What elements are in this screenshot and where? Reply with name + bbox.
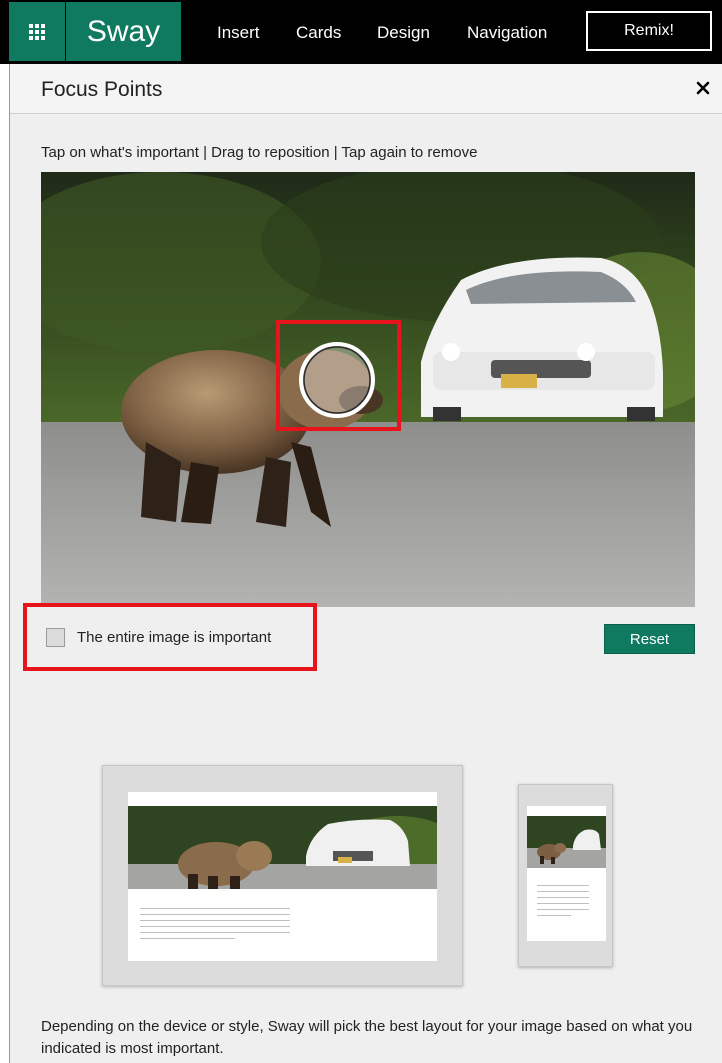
app-launcher-icon [29, 23, 45, 40]
close-button[interactable] [693, 78, 713, 98]
remix-button[interactable]: Remix! [586, 11, 712, 51]
nav-insert[interactable]: Insert [217, 22, 260, 44]
app-launcher-button[interactable] [9, 2, 65, 61]
close-icon [696, 81, 710, 95]
brand-logo[interactable]: Sway [66, 2, 181, 61]
instructions-text: Tap on what's important | Drag to reposi… [41, 144, 478, 161]
nav-design[interactable]: Design [377, 22, 430, 44]
desktop-preview-image [128, 806, 437, 889]
desktop-layout-preview [102, 765, 463, 986]
mobile-layout-preview [518, 784, 613, 967]
panel-title: Focus Points [41, 78, 163, 101]
desktop-preview-page [128, 792, 437, 961]
mobile-preview-image [527, 816, 606, 868]
nav-cards[interactable]: Cards [296, 22, 341, 44]
mobile-preview-page [527, 806, 606, 941]
focus-points-panel: Focus Points Tap on what's important | D… [9, 64, 722, 1063]
top-bar: Sway Insert Cards Design Navigation Remi… [0, 0, 722, 64]
footer-description: Depending on the device or style, Sway w… [41, 1018, 693, 1057]
panel-header: Focus Points [10, 64, 722, 114]
reset-button[interactable]: Reset [604, 624, 695, 654]
focus-point-highlight [276, 320, 401, 431]
nav-navigation[interactable]: Navigation [467, 22, 547, 44]
checkbox-highlight [23, 603, 317, 671]
